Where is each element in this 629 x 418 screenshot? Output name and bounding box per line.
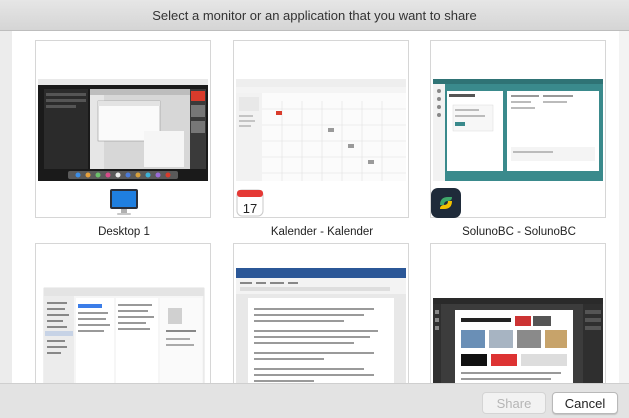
tile-label-desktop-1: Desktop 1 xyxy=(98,226,150,238)
monitor-icon xyxy=(110,189,138,215)
share-tile-word-document[interactable] xyxy=(233,243,409,383)
calendar-thumbnail xyxy=(236,79,406,181)
share-tile-desktop-1[interactable]: Desktop 1 xyxy=(35,40,211,238)
tile-label-kalender: Kalender - Kalender xyxy=(270,226,374,238)
solunobc-icon xyxy=(431,188,461,218)
share-tile-kalender[interactable]: 17 Kalender - Kalender xyxy=(233,40,409,238)
share-tile-finder-window[interactable] xyxy=(35,243,211,383)
cancel-button[interactable]: Cancel xyxy=(552,392,618,414)
dialog-footer: Share Cancel xyxy=(0,383,629,418)
grid-scrollbar[interactable] xyxy=(619,31,629,383)
solunobc-thumbnail xyxy=(433,79,603,181)
calendar-icon-date: 17 xyxy=(243,201,257,216)
share-tile-layout-application[interactable] xyxy=(430,243,606,383)
tile-label-solunobc: SolunoBC - SolunoBC xyxy=(462,226,576,238)
document-thumbnail xyxy=(236,268,406,383)
layout-app-thumbnail xyxy=(433,268,603,383)
desktop-thumbnail xyxy=(38,79,208,181)
calendar-icon: 17 xyxy=(236,189,264,217)
dialog-title: Select a monitor or an application that … xyxy=(0,0,629,31)
share-button[interactable]: Share xyxy=(482,392,546,414)
share-source-grid: Desktop 1 17 Kalender - Kalender SolunoB… xyxy=(12,31,619,383)
share-tile-solunobc[interactable]: SolunoBC - SolunoBC xyxy=(430,40,606,238)
finder-thumbnail xyxy=(38,268,208,383)
